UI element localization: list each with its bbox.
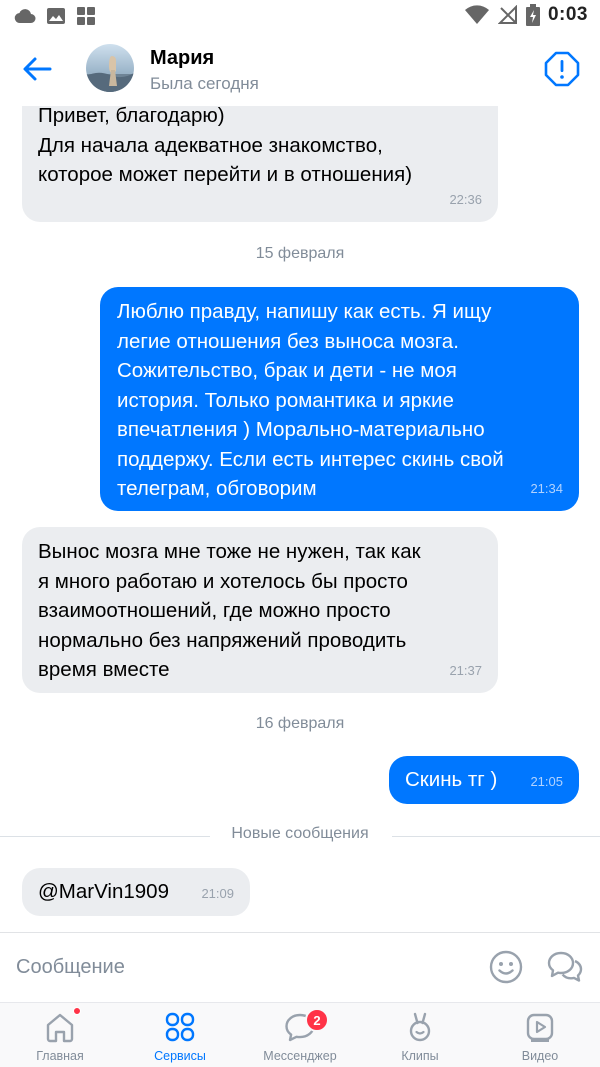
message-list[interactable]: Привет, благодарю) Для начала адекватное… [0, 106, 600, 932]
tab-label: Сервисы [154, 1049, 206, 1063]
emoji-icon[interactable] [489, 950, 523, 984]
home-notification-dot [73, 1007, 81, 1015]
contact-status: Была сегодня [150, 74, 259, 93]
message-time: 22:36 [449, 191, 482, 207]
tab-services[interactable]: Сервисы [120, 1003, 240, 1067]
message-bubble[interactable]: Привет, благодарю) Для начала адекватное… [22, 106, 498, 222]
services-icon [165, 1012, 195, 1042]
messenger-badge: 2 [305, 1008, 329, 1032]
avatar[interactable] [86, 44, 134, 92]
message-input[interactable] [16, 947, 456, 987]
tab-messenger[interactable]: Мессенджер [240, 1003, 360, 1067]
message-time: 21:05 [530, 773, 563, 789]
status-bar: 0:03 [0, 0, 600, 34]
tab-clips[interactable]: Клипы [360, 1003, 480, 1067]
message-bubble[interactable]: Вынос мозга мне тоже не нужен, так как я… [22, 527, 498, 693]
message-time: 21:34 [530, 480, 563, 496]
tab-label: Главная [36, 1049, 84, 1063]
report-icon[interactable] [544, 51, 580, 87]
new-messages-separator: Новые сообщения [0, 824, 600, 848]
clips-icon [409, 1012, 431, 1042]
date-separator: 15 февраля [255, 245, 345, 262]
battery-icon [525, 4, 540, 26]
message-time: 21:09 [201, 885, 234, 901]
video-icon [526, 1013, 554, 1042]
message-time: 21:37 [449, 662, 482, 678]
date-separator: 16 февраля [255, 715, 345, 732]
message-bubble[interactable]: Люблю правду, напишу как есть. Я ищу лег… [100, 287, 579, 511]
contact-name[interactable]: Мария [150, 47, 214, 70]
apps-icon [77, 7, 95, 25]
wifi-icon [464, 5, 489, 25]
tab-label: Клипы [401, 1049, 439, 1063]
message-bubble[interactable]: @MarVin1909 21:09 [22, 868, 250, 916]
cloud-icon [14, 9, 36, 24]
image-icon [47, 8, 65, 24]
back-arrow-icon[interactable] [20, 54, 54, 84]
message-bubble[interactable]: Скинь тг ) 21:05 [389, 756, 579, 804]
no-signal-icon [497, 5, 517, 24]
tab-label: Мессенджер [263, 1049, 337, 1063]
message-text: Привет, благодарю) Для начала адекватное… [38, 106, 413, 186]
tab-home[interactable]: Главная [0, 1003, 120, 1067]
message-text: Люблю правду, напишу как есть. Я ищу лег… [117, 300, 504, 500]
bottom-navigation: Главная Сервисы Мессенджер Клипы Видео 2 [0, 1002, 600, 1067]
chat-header: Мария Была сегодня [0, 34, 600, 106]
tab-label: Видео [521, 1049, 559, 1063]
composer [0, 932, 600, 1002]
clock: 0:03 [547, 4, 588, 25]
new-messages-label: Новые сообщения [231, 825, 369, 842]
home-icon [46, 1013, 74, 1043]
message-text: Вынос мозга мне тоже не нужен, так как я… [38, 540, 421, 681]
tab-video[interactable]: Видео [480, 1003, 600, 1067]
chat-bubbles-icon[interactable] [546, 950, 584, 984]
